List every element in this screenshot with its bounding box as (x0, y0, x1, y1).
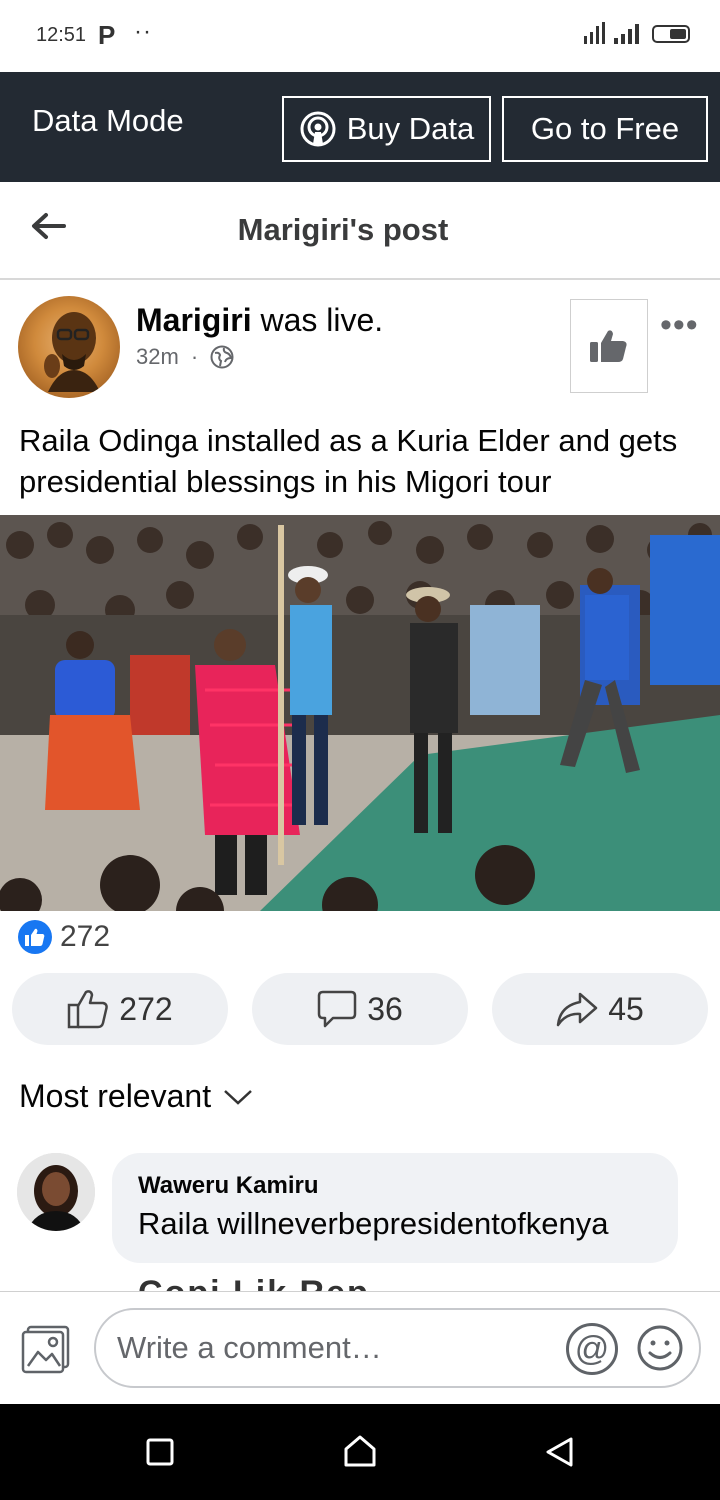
comment-text: Raila willneverbepresidentofkenya (138, 1206, 609, 1241)
thumbs-up-icon (590, 330, 627, 362)
post-meta: 32m · (136, 344, 234, 370)
like-count: 272 (119, 990, 173, 1027)
comment-sort-dropdown[interactable]: Most relevant (19, 1078, 253, 1115)
comment-icon (317, 990, 357, 1028)
go-to-free-label: Go to Free (530, 111, 680, 146)
photo-icon[interactable] (20, 1324, 72, 1374)
comment-button[interactable]: 36 (252, 973, 468, 1045)
go-to-free-button[interactable]: Go to Free (502, 96, 708, 162)
broadcast-icon (300, 111, 336, 147)
next-comment-partial: Copi Lik Rep (138, 1278, 468, 1292)
signal-icon (614, 24, 639, 44)
chevron-down-icon (224, 1089, 252, 1105)
post-caption: Raila Odinga installed as a Kuria Elder … (19, 423, 678, 499)
reaction-count: 272 (60, 920, 111, 953)
buy-data-label: Buy Data (346, 111, 475, 146)
emoji-icon[interactable] (636, 1324, 684, 1372)
live-video-player[interactable] (0, 515, 720, 911)
status-time: 12:51 (36, 24, 87, 46)
network-activity-icon (584, 22, 605, 44)
sort-label: Most relevant (19, 1078, 212, 1114)
next-comment-peek: Copi Lik Rep (138, 1278, 468, 1292)
more-notifications-icon: ·· (134, 18, 152, 45)
buy-data-button[interactable]: Buy Data (282, 96, 491, 162)
post-time[interactable]: 32m (136, 344, 179, 369)
like-reaction-icon (18, 920, 52, 954)
globe-icon (210, 345, 234, 369)
avatar-image (17, 1153, 95, 1231)
video-thumbnail (0, 515, 720, 911)
recent-apps-icon[interactable] (146, 1438, 174, 1466)
data-mode-label: Data Mode (32, 103, 184, 138)
home-icon[interactable] (343, 1434, 377, 1468)
comment-placeholder: Write a comment… (117, 1330, 382, 1365)
thumbs-up-icon (25, 928, 45, 946)
post-author-line: Marigiri was live. (136, 302, 383, 339)
thumbs-up-outline-icon (68, 990, 109, 1029)
avatar-image (44, 312, 100, 392)
commenter-avatar[interactable] (17, 1153, 95, 1231)
comment-author[interactable]: Waweru Kamiru (138, 1172, 318, 1200)
more-options-icon[interactable]: ••• (660, 306, 699, 345)
meta-separator: · (190, 344, 199, 369)
author-avatar[interactable] (18, 296, 120, 398)
share-count: 45 (608, 990, 644, 1027)
back-nav-icon[interactable] (544, 1436, 574, 1468)
share-icon (556, 992, 598, 1027)
share-button[interactable]: 45 (492, 973, 708, 1045)
comment-count: 36 (367, 990, 403, 1027)
battery-icon (652, 25, 690, 43)
post-action: was live. (251, 302, 384, 338)
follow-like-button[interactable] (570, 299, 648, 393)
like-button[interactable]: 272 (12, 973, 228, 1045)
reaction-summary[interactable]: 272 (18, 920, 110, 954)
app-notification-icon: P (98, 20, 116, 50)
post-author-name[interactable]: Marigiri (136, 302, 252, 338)
mention-icon[interactable]: @ (566, 1323, 618, 1375)
page-title: Marigiri's post (237, 212, 449, 247)
